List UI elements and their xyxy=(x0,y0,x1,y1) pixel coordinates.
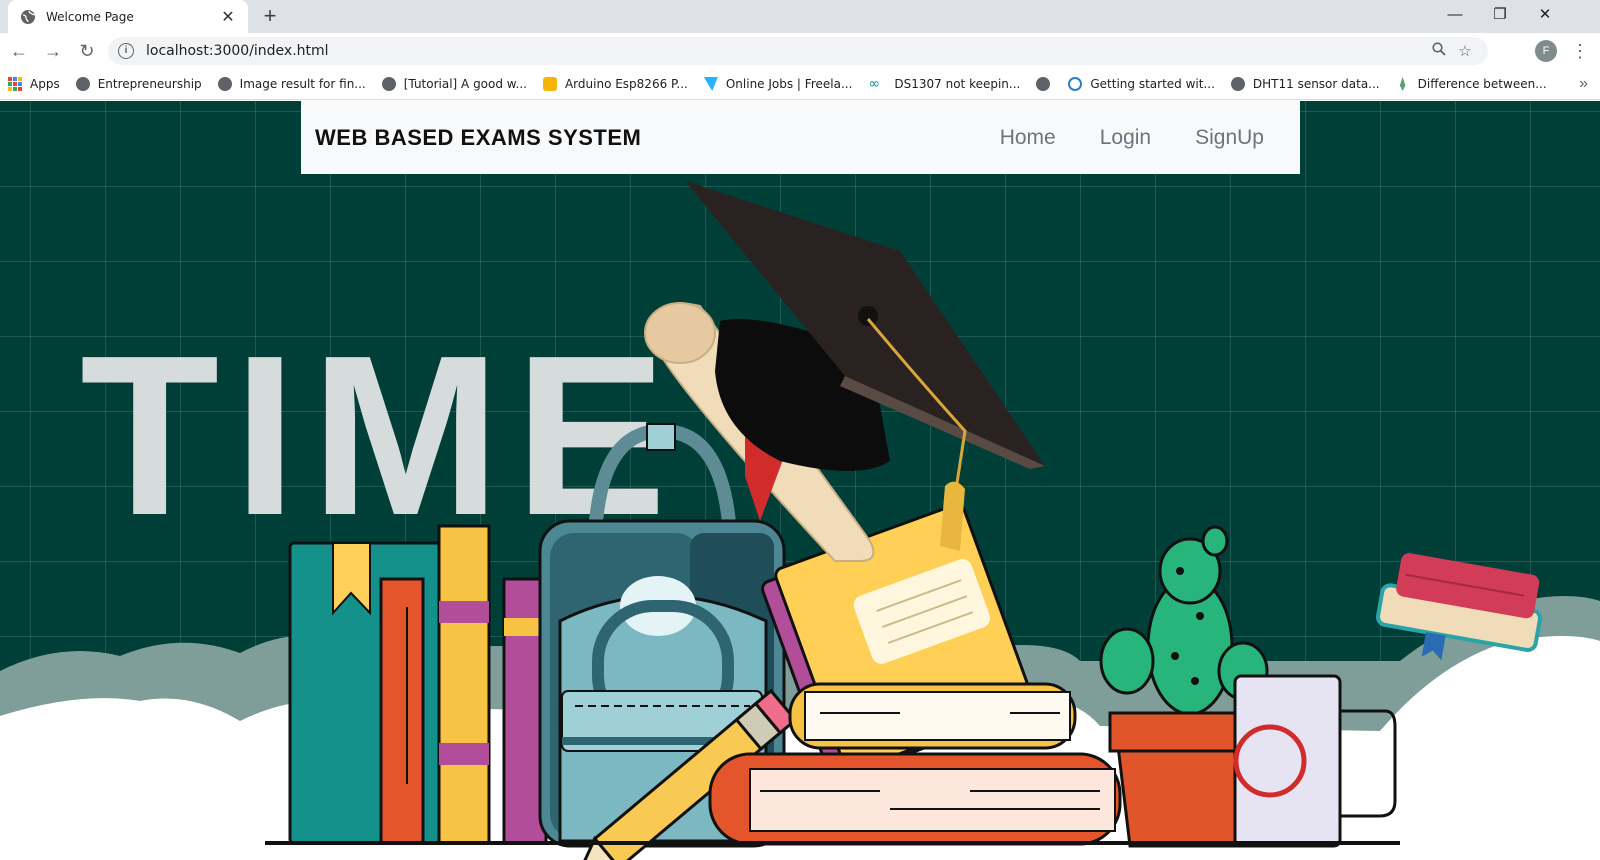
bookmark-label: Difference between... xyxy=(1417,77,1547,91)
raspberry-icon xyxy=(1068,77,1083,91)
globe-icon xyxy=(381,77,396,91)
bookmark-label: Entrepreneurship xyxy=(97,77,202,91)
browser-tab[interactable]: Welcome Page ✕ xyxy=(8,0,248,33)
orange-book xyxy=(379,577,425,845)
restore-button[interactable]: ❐ xyxy=(1477,0,1523,30)
robot-icon xyxy=(542,77,557,91)
bookmark-item[interactable]: Getting started wit... xyxy=(1068,77,1215,91)
nav-signup-link[interactable]: SignUp xyxy=(1195,126,1264,150)
bookmark-item[interactable]: Online Jobs | Freela... xyxy=(703,77,853,91)
arduino-icon: ∞ xyxy=(868,76,881,92)
apps-grid-icon xyxy=(8,77,22,91)
zoom-icon[interactable] xyxy=(1426,42,1452,60)
globe-icon xyxy=(75,77,90,91)
nav-login-link[interactable]: Login xyxy=(1100,126,1151,150)
bookmark-item[interactable]: DHT11 sensor data... xyxy=(1230,77,1380,91)
url-text[interactable]: localhost:3000/index.html xyxy=(146,43,1426,59)
bookmark-item[interactable]: [Tutorial] A good w... xyxy=(381,77,527,91)
bookmark-label: Getting started wit... xyxy=(1090,77,1215,91)
window-close-button[interactable]: ✕ xyxy=(1522,0,1568,30)
bookmark-label: Image result for fin... xyxy=(239,77,366,91)
page-viewport: TIME WEB BASED EXAMS SYSTEM Home Login S… xyxy=(0,101,1600,860)
yellow-book xyxy=(437,524,491,845)
bookmark-label: DS1307 not keepin... xyxy=(894,77,1021,91)
reload-icon[interactable]: ↻ xyxy=(72,36,102,66)
back-arrow-icon[interactable]: ← xyxy=(4,36,34,66)
globe-icon xyxy=(217,77,232,91)
close-tab-icon[interactable]: ✕ xyxy=(220,7,236,27)
new-tab-button[interactable]: + xyxy=(258,4,282,28)
address-bar[interactable]: i localhost:3000/index.html ☆ xyxy=(108,37,1488,65)
profile-avatar[interactable]: F xyxy=(1535,40,1557,62)
bookmark-item[interactable]: Arduino Esp8266 P... xyxy=(542,77,688,91)
bookmark-item[interactable] xyxy=(1036,77,1058,91)
site-navbar: WEB BASED EXAMS SYSTEM Home Login SignUp xyxy=(301,101,1300,174)
site-brand[interactable]: WEB BASED EXAMS SYSTEM xyxy=(315,125,956,151)
globe-icon xyxy=(1230,77,1245,91)
site-info-icon[interactable]: i xyxy=(118,43,134,59)
tab-title: Welcome Page xyxy=(46,9,134,24)
browser-tab-strip: Welcome Page ✕ + — ❐ ✕ xyxy=(0,0,1600,33)
bookmark-label: DHT11 sensor data... xyxy=(1252,77,1380,91)
bookmark-item[interactable]: Entrepreneurship xyxy=(75,77,202,91)
bookmark-label: Online Jobs | Freela... xyxy=(725,77,853,91)
freelancer-icon xyxy=(703,77,718,91)
bookmark-item[interactable]: Image result for fin... xyxy=(217,77,366,91)
graduation-cap xyxy=(685,181,1045,551)
browser-toolbar: ← → ↻ i localhost:3000/index.html ☆ F ⋮ xyxy=(0,33,1600,69)
minimize-button[interactable]: — xyxy=(1432,0,1478,30)
bookmarks-bar: Apps Entrepreneurship Image result for f… xyxy=(0,69,1600,100)
nav-home-link[interactable]: Home xyxy=(1000,126,1056,150)
bookmark-apps[interactable]: Apps xyxy=(8,77,60,91)
globe-icon xyxy=(1036,77,1051,91)
bookmark-item[interactable]: Difference between... xyxy=(1396,77,1547,91)
forward-arrow-icon[interactable]: → xyxy=(38,36,68,66)
bookmark-label: Apps xyxy=(30,77,60,91)
bookmark-label: [Tutorial] A good w... xyxy=(403,77,527,91)
more-bookmarks-icon[interactable]: » xyxy=(1579,75,1588,93)
leaf-icon xyxy=(1399,77,1406,91)
globe-icon xyxy=(21,9,36,24)
bookmark-star-icon[interactable]: ☆ xyxy=(1452,42,1478,60)
hero-illustration xyxy=(0,181,1600,860)
bookmark-item[interactable]: ∞ DS1307 not keepin... xyxy=(868,77,1020,91)
bookmark-label: Arduino Esp8266 P... xyxy=(564,77,688,91)
browser-menu-icon[interactable]: ⋮ xyxy=(1570,37,1590,65)
